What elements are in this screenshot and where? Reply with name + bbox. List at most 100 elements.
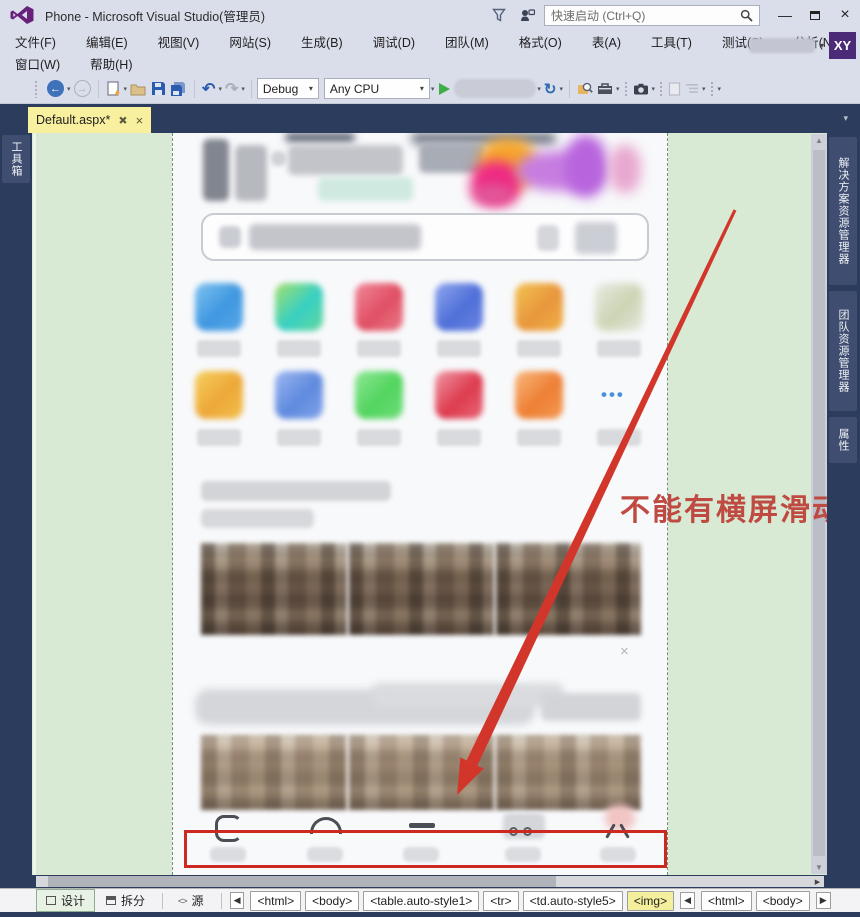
app-tile[interactable] [435, 283, 483, 331]
redo-button[interactable]: ↷ [225, 79, 238, 99]
app-tile[interactable] [275, 283, 323, 331]
tag-table[interactable]: <table.auto-style1> [363, 891, 479, 911]
design-surface[interactable]: ••• × [32, 133, 827, 875]
sidebar-tab-toolbox[interactable]: 工具箱 [2, 135, 30, 183]
toolbar-overflow-dots[interactable] [710, 81, 714, 97]
blurred-photo[interactable] [496, 543, 641, 635]
camera-caret-icon[interactable]: ▾ [652, 85, 656, 93]
menu-team[interactable]: 团队(M) [430, 32, 504, 51]
new-item-caret-icon[interactable]: ▾ [124, 85, 128, 93]
nav-feed-icon[interactable] [409, 823, 435, 828]
menu-table[interactable]: 表(A) [577, 32, 636, 51]
app-tile[interactable] [595, 283, 643, 331]
design-view-button[interactable]: 设计 [36, 889, 95, 912]
design-horizontal-scrollbar[interactable]: ◀ ▶ [0, 875, 860, 888]
redo-caret-icon[interactable]: ▾ [241, 85, 245, 93]
scroll-up-icon[interactable]: ▲ [811, 136, 827, 145]
open-file-button[interactable] [130, 79, 147, 99]
menu-edit[interactable]: 编辑(E) [71, 32, 143, 51]
menu-file[interactable]: 文件(F) [0, 32, 71, 51]
navigate-back-button[interactable]: ← [47, 80, 64, 97]
sidebar-tab-team-explorer[interactable]: 团队资源管理器 [829, 291, 857, 411]
app-tile[interactable] [195, 283, 243, 331]
menu-window[interactable]: 窗口(W) [0, 54, 75, 73]
undo-button[interactable]: ↶ [202, 79, 215, 99]
start-debugging-button[interactable] [439, 83, 450, 95]
tag-body-2[interactable]: <body> [756, 891, 810, 911]
refresh-caret-icon[interactable]: ▾ [559, 85, 563, 93]
tag-tr[interactable]: <tr> [483, 891, 518, 911]
avatar[interactable]: XY [829, 32, 856, 59]
save-all-button[interactable] [170, 79, 187, 99]
blurred-photo[interactable] [201, 543, 347, 635]
browser-caret-icon[interactable]: ▾ [537, 85, 541, 93]
menu-website[interactable]: 网站(S) [214, 32, 286, 51]
account-area[interactable]: ▾ XY [749, 32, 856, 59]
find-in-files-button[interactable] [577, 79, 593, 99]
menu-tools[interactable]: 工具(T) [636, 32, 707, 51]
app-tile[interactable] [275, 371, 323, 419]
phone-page-canvas[interactable]: ••• × [172, 133, 668, 875]
platform-overflow-caret-icon[interactable]: ▾ [431, 85, 435, 93]
toolbar-overflow-dots[interactable] [624, 81, 628, 97]
toolbox-caret-icon[interactable]: ▾ [616, 85, 620, 93]
phone-search-bar[interactable] [201, 213, 649, 261]
menu-view[interactable]: 视图(V) [143, 32, 215, 51]
screenshot-camera-button[interactable] [633, 79, 649, 99]
toolbar-overflow-dots[interactable] [659, 81, 663, 97]
document-tab-default-aspx[interactable]: Default.aspx* ✚ × [28, 107, 151, 133]
toolbar-overflow-caret-icon[interactable]: ▾ [718, 85, 722, 93]
format-indent-button[interactable] [685, 79, 699, 99]
tag-nav-right-icon[interactable]: ▶ [816, 892, 831, 909]
browser-select-dropdown-blurred[interactable] [454, 79, 536, 98]
more-apps-dots[interactable]: ••• [601, 385, 625, 405]
toolbar-drag-handle[interactable] [34, 80, 39, 98]
new-item-button[interactable] [106, 79, 121, 99]
tag-nav-left-icon[interactable]: ◀ [230, 892, 245, 909]
app-tile[interactable] [515, 283, 563, 331]
scroll-right-icon[interactable]: ▶ [811, 876, 824, 887]
close-button[interactable]: × [830, 3, 860, 27]
tag-html[interactable]: <html> [250, 891, 301, 911]
navigate-forward-button[interactable]: → [74, 80, 91, 97]
sidebar-tab-properties[interactable]: 属性 [829, 417, 857, 463]
horizontal-scroll-thumb[interactable] [48, 876, 556, 887]
solution-configuration-dropdown[interactable]: Debug▾ [257, 78, 319, 99]
app-tile[interactable] [355, 371, 403, 419]
tag-td[interactable]: <td.auto-style5> [523, 891, 623, 911]
horizontal-scroll-track[interactable] [36, 876, 824, 887]
tab-close-icon[interactable]: × [136, 113, 144, 128]
blurred-photo[interactable] [201, 735, 347, 810]
document-outline-button[interactable] [668, 79, 681, 99]
scroll-down-icon[interactable]: ▼ [811, 863, 827, 872]
undo-caret-icon[interactable]: ▾ [218, 85, 222, 93]
toolbar-caret-icon[interactable]: ▾ [702, 85, 706, 93]
tag-nav-left-icon[interactable]: ◀ [680, 892, 695, 909]
menu-help[interactable]: 帮助(H) [75, 54, 147, 73]
blurred-photo[interactable] [496, 735, 641, 810]
tag-body[interactable]: <body> [305, 891, 359, 911]
blurred-photo[interactable] [349, 735, 494, 810]
menu-build[interactable]: 生成(B) [286, 32, 358, 51]
source-view-button[interactable]: <>源 [169, 890, 213, 911]
tag-img-selected[interactable]: <img> [627, 891, 674, 911]
account-dropdown-caret-icon[interactable]: ▾ [820, 41, 824, 50]
refresh-button[interactable]: ↻ [544, 79, 557, 99]
back-dropdown-caret-icon[interactable]: ▾ [67, 85, 71, 93]
quick-launch-input[interactable]: 快速启动 (Ctrl+Q) [544, 5, 760, 26]
send-feedback-icon[interactable] [516, 4, 538, 26]
minimize-button[interactable]: — [770, 3, 800, 27]
pin-icon[interactable]: ✚ [115, 112, 131, 128]
save-button[interactable] [151, 79, 166, 99]
blurred-photo[interactable] [349, 543, 494, 635]
dismiss-card-icon[interactable]: × [620, 643, 629, 660]
solution-platform-dropdown[interactable]: Any CPU▾ [324, 78, 430, 99]
split-view-button[interactable]: 拆分 [97, 890, 154, 911]
app-tile[interactable] [515, 371, 563, 419]
tag-html-2[interactable]: <html> [701, 891, 752, 911]
sidebar-tab-solution-explorer[interactable]: 解决方案资源管理器 [829, 137, 857, 285]
menu-debug[interactable]: 调试(D) [358, 32, 430, 51]
tab-overflow-caret-icon[interactable]: ▾ [843, 113, 848, 124]
toolbox-button[interactable] [597, 79, 613, 99]
maximize-button[interactable] [800, 3, 830, 27]
